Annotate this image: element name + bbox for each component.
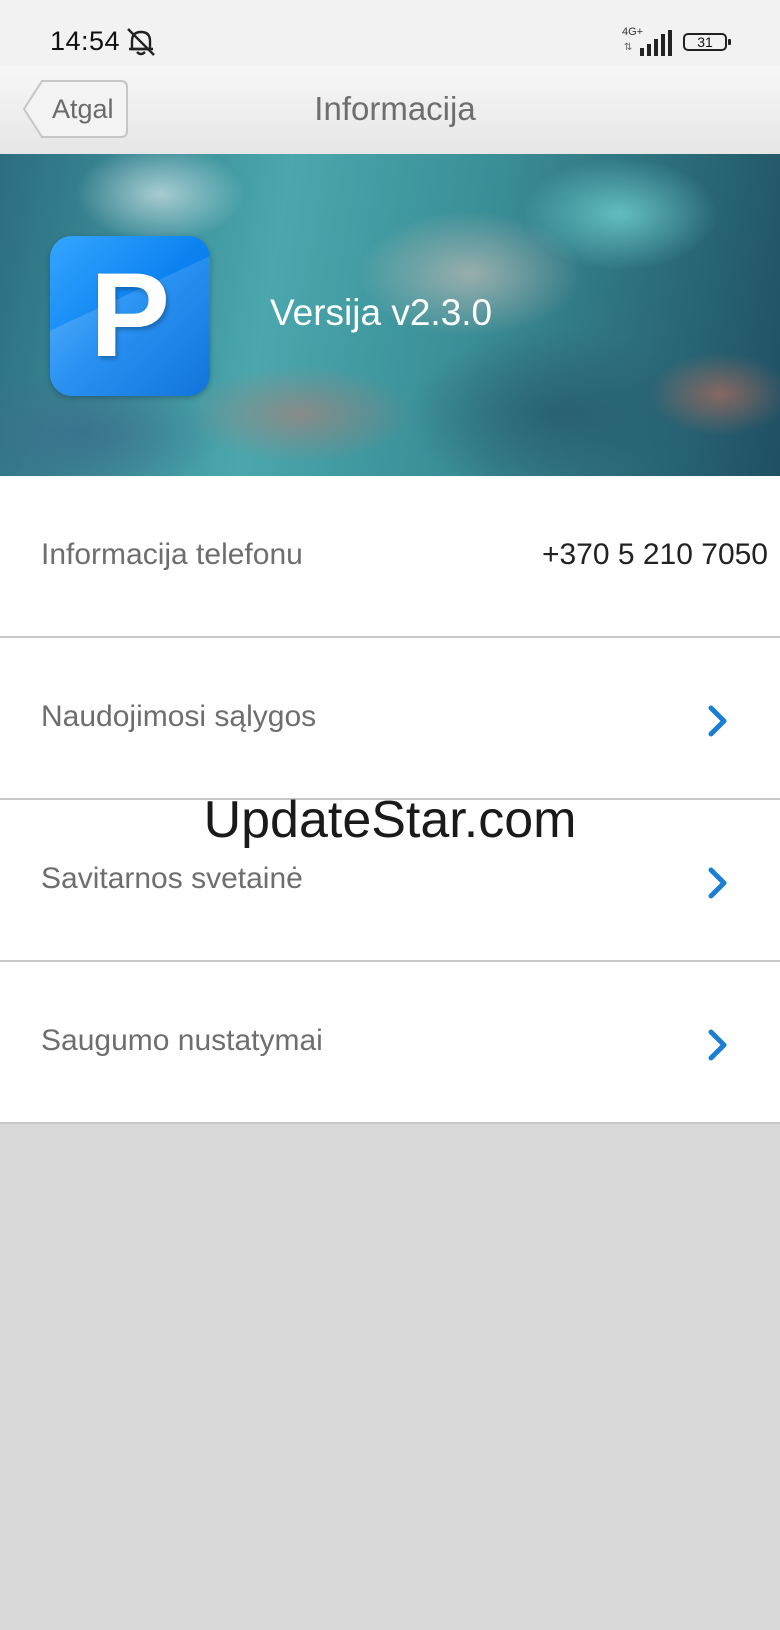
list-item-terms[interactable]: Naudojimosi sąlygos [0, 638, 780, 800]
chevron-right-icon [708, 705, 727, 737]
hero-banner: P Versija v2.3.0 [0, 154, 780, 476]
signal-icon [640, 30, 672, 56]
app-logo-letter: P [89, 248, 171, 382]
nav-header: Atgal Informacija [0, 66, 780, 155]
version-label: Versija v2.3.0 [270, 292, 493, 333]
battery-level: 31 [697, 34, 713, 50]
list-item-security-settings[interactable]: Saugumo nustatymai [0, 962, 780, 1124]
security-settings-label: Saugumo nustatymai [41, 1024, 323, 1057]
status-bar: 14:54 4G+ ⇅ 31 [0, 0, 780, 66]
self-service-label: Savitarnos svetainė [41, 862, 303, 895]
chevron-right-icon [708, 867, 727, 899]
battery-icon: 31 [683, 33, 731, 51]
phone-number[interactable]: +370 5 210 7050 [542, 538, 768, 572]
terms-label: Naudojimosi sąlygos [41, 700, 317, 733]
phone-info-label: Informacija telefonu [41, 538, 303, 571]
app-logo: P [50, 236, 210, 396]
bell-muted-icon [127, 28, 155, 56]
status-time: 14:54 [50, 26, 121, 56]
page-title: Informacija [314, 90, 476, 127]
data-arrows-icon: ⇅ [624, 42, 633, 53]
chevron-right-icon [708, 1029, 727, 1061]
info-list: Informacija telefonu +370 5 210 7050 Nau… [0, 476, 780, 1124]
list-item-self-service[interactable]: Savitarnos svetainė [0, 800, 780, 962]
list-item-phone-info[interactable]: Informacija telefonu +370 5 210 7050 [0, 476, 780, 638]
